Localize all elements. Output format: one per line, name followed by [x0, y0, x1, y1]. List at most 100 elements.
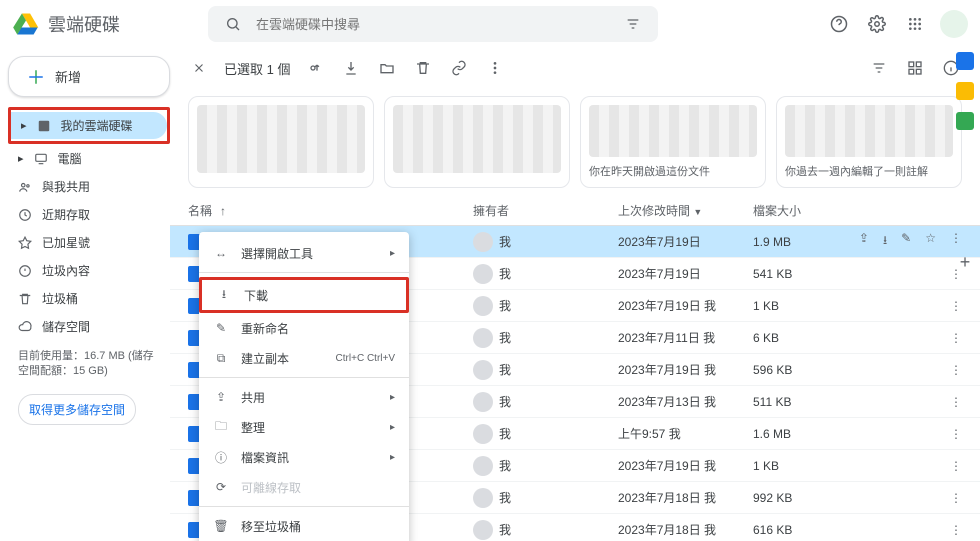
sidebar-item-label: 儲存空間: [42, 318, 90, 335]
col-name[interactable]: 名稱: [188, 202, 212, 219]
modified-text: 2023年7月19日 我: [618, 361, 753, 378]
search-icon: [220, 11, 246, 37]
sidebar: 新增 ▸ 我的雲端硬碟 ▸ 電腦 與我共用 近期存取 已加星號: [0, 48, 170, 541]
link-icon[interactable]: [448, 57, 470, 79]
trash-icon: [18, 292, 32, 306]
owner-avatar: [473, 232, 493, 252]
col-owner[interactable]: 擁有者: [473, 202, 618, 219]
cm-make-copy[interactable]: ⧉建立副本Ctrl+C Ctrl+V: [199, 343, 409, 373]
size-text: 1 KB: [753, 459, 779, 473]
move-icon[interactable]: [376, 57, 398, 79]
more-actions-icon[interactable]: [484, 57, 506, 79]
modified-text: 2023年7月19日: [618, 265, 753, 282]
sidebar-item-spam[interactable]: 垃圾內容: [8, 257, 170, 284]
owner-text: 我: [499, 425, 511, 442]
row-more-icon[interactable]: ⋮: [950, 331, 962, 345]
size-text: 1.9 MB: [753, 235, 791, 249]
download-icon[interactable]: [340, 57, 362, 79]
suggestion-card[interactable]: [188, 96, 374, 188]
sidebar-item-computers[interactable]: ▸ 電腦: [8, 145, 170, 172]
size-text: 541 KB: [753, 267, 792, 281]
row-more-icon[interactable]: ⋮: [950, 459, 962, 473]
brand-title: 雲端硬碟: [48, 11, 120, 37]
apps-icon[interactable]: [902, 11, 928, 37]
close-selection-icon[interactable]: [188, 57, 210, 79]
delete-icon[interactable]: [412, 57, 434, 79]
modified-text: 2023年7月11日 我: [618, 329, 753, 346]
cm-download[interactable]: ⭳下載: [202, 280, 406, 310]
get-more-storage-button[interactable]: 取得更多儲存空間: [18, 394, 136, 425]
modified-text: 2023年7月19日: [618, 233, 753, 250]
sidebar-item-label: 已加星號: [42, 234, 90, 251]
search-options-icon[interactable]: [620, 11, 646, 37]
owner-text: 我: [499, 265, 511, 282]
owner-avatar: [473, 296, 493, 316]
help-icon[interactable]: [826, 11, 852, 37]
layout-icon[interactable]: [904, 57, 926, 79]
sidebar-item-mydrive[interactable]: ▸ 我的雲端硬碟: [11, 112, 167, 139]
row-more-icon[interactable]: ⋮: [950, 427, 962, 441]
file-list: 我2023年7月19日1.9 MB⇪⭳✎☆⋮我2023年7月19日541 KB⋮…: [170, 226, 980, 541]
suggestions: 你在昨天開啟過這份文件 你過去一週內編輯了一則註解: [170, 88, 980, 196]
sort-arrow-icon[interactable]: ↑: [220, 204, 226, 218]
suggestion-card[interactable]: 你在昨天開啟過這份文件: [580, 96, 766, 188]
modified-text: 2023年7月18日 我: [618, 489, 753, 506]
sidebar-item-recent[interactable]: 近期存取: [8, 201, 170, 228]
cm-rename[interactable]: ✎重新命名: [199, 313, 409, 343]
size-text: 616 KB: [753, 523, 792, 537]
search-bar[interactable]: [208, 6, 658, 42]
modified-text: 2023年7月19日 我: [618, 297, 753, 314]
row-more-icon[interactable]: ⋮: [950, 491, 962, 505]
search-input[interactable]: [256, 17, 610, 32]
filter-icon[interactable]: [868, 57, 890, 79]
calendar-icon[interactable]: [956, 52, 974, 70]
keep-icon[interactable]: [956, 82, 974, 100]
sidebar-item-label: 與我共用: [42, 178, 90, 195]
dropdown-icon[interactable]: ▼: [693, 207, 702, 217]
sidebar-item-storage[interactable]: 儲存空間: [8, 313, 170, 340]
main: 已選取 1 個 你在昨天開啟過這份文件 你過去一週內編輯了一則註解 名稱 ↑ 擁有…: [170, 48, 980, 541]
col-modified[interactable]: 上次修改時間: [618, 204, 690, 218]
cm-organize[interactable]: 🗀整理▸: [199, 412, 409, 442]
sidebar-item-label: 垃圾內容: [42, 262, 90, 279]
sidebar-item-starred[interactable]: 已加星號: [8, 229, 170, 256]
new-button[interactable]: 新增: [8, 56, 170, 97]
size-text: 1.6 MB: [753, 427, 791, 441]
suggestion-card[interactable]: 你過去一週內編輯了一則註解: [776, 96, 962, 188]
selection-toolbar: 已選取 1 個: [170, 48, 980, 88]
selection-count: 已選取 1 個: [224, 59, 290, 78]
owner-text: 我: [499, 361, 511, 378]
owner-avatar: [473, 360, 493, 380]
add-sidepanel-icon[interactable]: +: [960, 252, 971, 273]
settings-icon[interactable]: [864, 11, 890, 37]
cloud-icon: [18, 320, 32, 334]
sidebar-item-label: 近期存取: [42, 206, 90, 223]
tasks-icon[interactable]: [956, 112, 974, 130]
row-share-icon[interactable]: ⇪: [859, 231, 869, 252]
side-panel: +: [952, 52, 978, 273]
sidebar-item-shared[interactable]: 與我共用: [8, 173, 170, 200]
modified-text: 2023年7月18日 我: [618, 521, 753, 538]
row-download-icon[interactable]: ⭳: [883, 231, 887, 252]
cm-open-with[interactable]: ↔選擇開啟工具▸: [199, 238, 409, 268]
owner-avatar: [473, 264, 493, 284]
owner-text: 我: [499, 457, 511, 474]
sidebar-item-label: 垃圾桶: [42, 290, 78, 307]
col-size[interactable]: 檔案大小: [753, 202, 962, 219]
cm-file-info[interactable]: ⓘ檔案資訊▸: [199, 442, 409, 472]
shared-icon: [18, 180, 32, 194]
account-avatar[interactable]: [940, 10, 968, 38]
row-more-icon[interactable]: ⋮: [950, 523, 962, 537]
row-more-icon[interactable]: ⋮: [950, 363, 962, 377]
row-more-icon[interactable]: ⋮: [950, 395, 962, 409]
cm-trash[interactable]: 🗑移至垃圾桶: [199, 511, 409, 541]
row-more-icon[interactable]: ⋮: [950, 299, 962, 313]
share-icon[interactable]: [304, 57, 326, 79]
cm-share[interactable]: ⇪共用▸: [199, 382, 409, 412]
new-button-label: 新增: [55, 67, 81, 86]
suggestion-card[interactable]: [384, 96, 570, 188]
logo[interactable]: 雲端硬碟: [12, 10, 120, 38]
sidebar-item-trash[interactable]: 垃圾桶: [8, 285, 170, 312]
row-edit-icon[interactable]: ✎: [901, 231, 911, 252]
row-star-icon[interactable]: ☆: [925, 231, 936, 252]
